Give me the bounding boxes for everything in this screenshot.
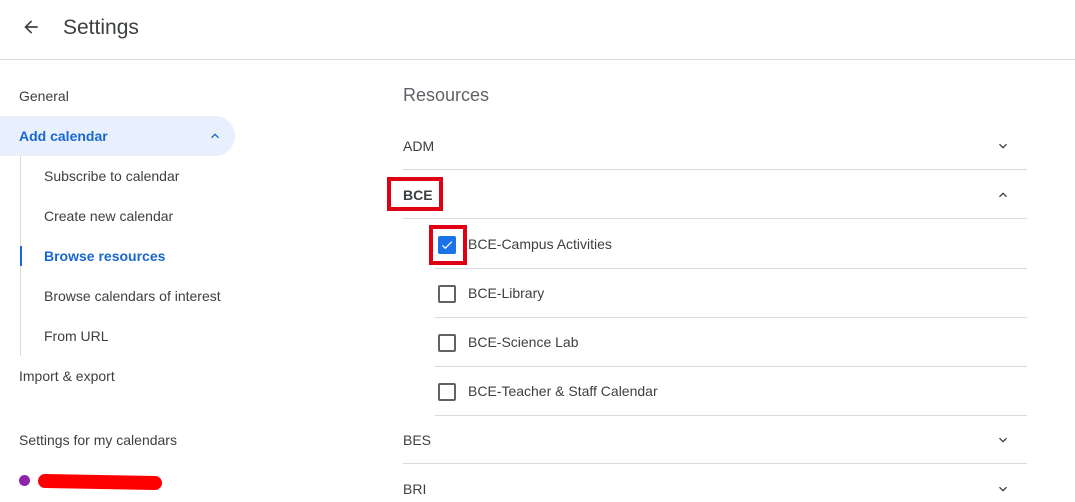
- sidebar-item-label: Create new calendar: [44, 208, 174, 224]
- resource-checkbox-bce-teacher-staff-calendar[interactable]: [438, 383, 456, 401]
- resource-label: BCE-Science Lab: [468, 334, 579, 350]
- sidebar-item-label: Subscribe to calendar: [44, 168, 180, 184]
- resources-title: Resources: [403, 85, 490, 105]
- sidebar-item-label: From URL: [44, 328, 109, 344]
- sidebar-item-add-calendar[interactable]: Add calendar: [0, 116, 235, 156]
- check-icon: [440, 238, 454, 252]
- resource-group-label: BRI: [403, 481, 427, 497]
- sidebar-item-label: Browse calendars of interest: [44, 288, 221, 304]
- resource-group-adm[interactable]: ADM: [403, 122, 1027, 170]
- top-bar: Settings: [0, 0, 1075, 60]
- resource-group-bri[interactable]: BRI: [403, 465, 1027, 502]
- sidebar-item-label: Add calendar: [19, 128, 108, 144]
- resource-group-bce[interactable]: BCE: [403, 171, 1027, 219]
- redaction-mark: [37, 473, 163, 491]
- sidebar-item-subscribe-to-calendar[interactable]: Subscribe to calendar: [20, 156, 240, 196]
- chevron-down-icon: [995, 481, 1011, 497]
- sidebar-item-label: Import & export: [19, 368, 115, 384]
- chevron-up-icon: [207, 128, 223, 144]
- resource-group-label: BES: [403, 431, 432, 448]
- resource-group-label: ADM: [403, 137, 435, 154]
- sidebar-item-browse-calendars-of-interest[interactable]: Browse calendars of interest: [20, 276, 240, 316]
- resource-checkbox-bce-library[interactable]: [438, 285, 456, 303]
- sidebar-item-general[interactable]: General: [0, 76, 235, 116]
- resource-label: BCE-Library: [468, 285, 545, 301]
- resource-group-bes[interactable]: BES: [403, 416, 1027, 464]
- sidebar-item-label: Browse resources: [44, 248, 166, 264]
- sidebar-item-from-url[interactable]: From URL: [20, 316, 240, 356]
- back-button[interactable]: [17, 13, 45, 41]
- resource-label: BCE-Campus Activities: [468, 236, 612, 252]
- chevron-down-icon: [995, 432, 1011, 448]
- resource-checkbox-bce-campus-activities[interactable]: [438, 236, 456, 254]
- chevron-down-icon: [995, 138, 1011, 154]
- add-calendar-submenu: Subscribe to calendar Create new calenda…: [20, 156, 240, 356]
- resource-row-bce-library: BCE-Library: [435, 269, 1027, 318]
- sidebar-item-label: General: [19, 88, 69, 104]
- sidebar-item-browse-resources[interactable]: Browse resources: [20, 236, 240, 276]
- sidebar-item-import-export[interactable]: Import & export: [0, 356, 235, 396]
- resource-row-bce-campus-activities: BCE-Campus Activities: [429, 220, 1027, 269]
- chevron-up-icon: [995, 187, 1011, 203]
- page-title: Settings: [63, 16, 139, 39]
- resource-row-bce-science-lab: BCE-Science Lab: [435, 318, 1027, 367]
- resource-label: BCE-Teacher & Staff Calendar: [468, 383, 658, 399]
- sidebar-item-create-new-calendar[interactable]: Create new calendar: [20, 196, 240, 236]
- resource-row-bce-teacher-staff-calendar: BCE-Teacher & Staff Calendar: [435, 367, 1027, 416]
- bce-highlight-box: [387, 177, 443, 211]
- my-calendars-heading: Settings for my calendars: [19, 432, 177, 448]
- arrow-back-icon: [21, 17, 41, 37]
- calendar-color-dot: [19, 475, 30, 486]
- resource-checkbox-bce-science-lab[interactable]: [438, 334, 456, 352]
